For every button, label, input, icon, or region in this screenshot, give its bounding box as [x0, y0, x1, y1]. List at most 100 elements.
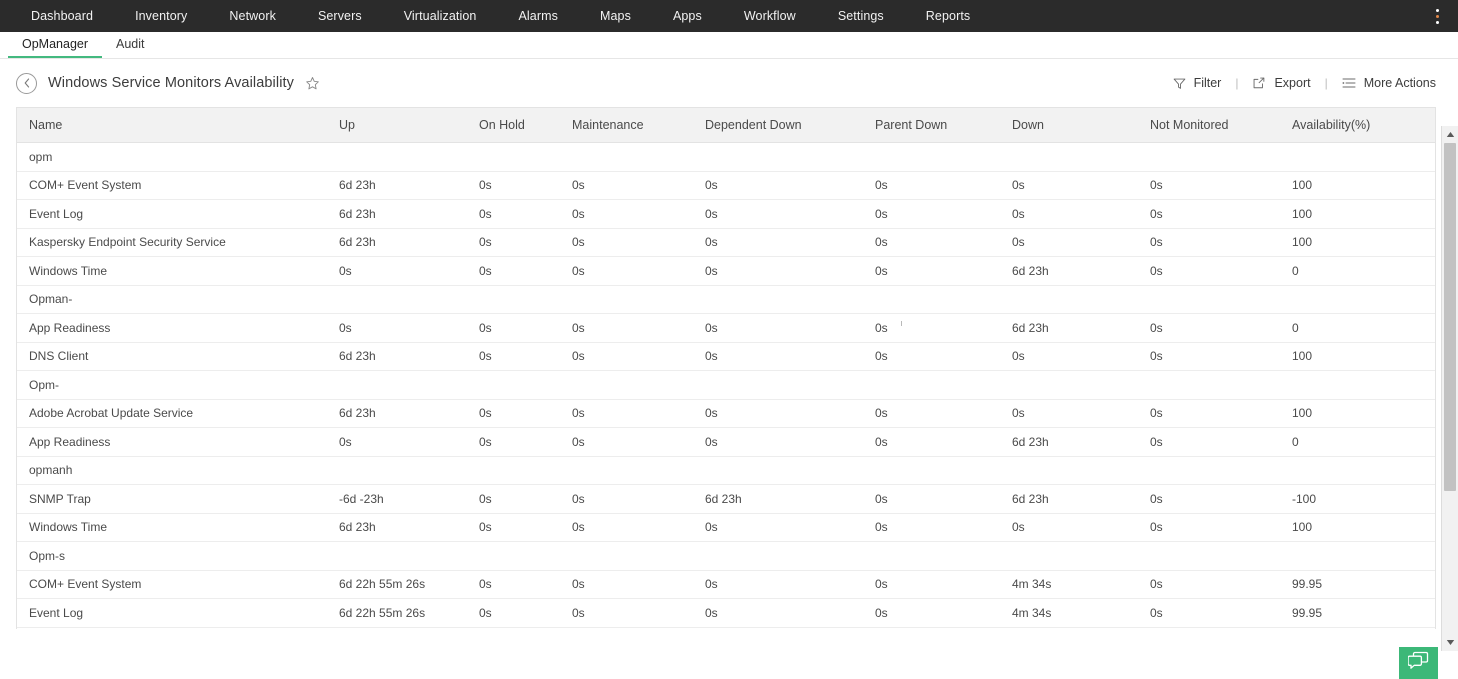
triangle-up-icon[interactable] — [1442, 126, 1458, 143]
nav-item-network[interactable]: Network — [208, 0, 297, 32]
more-actions-label: More Actions — [1364, 76, 1436, 90]
cell-parent-down: 0s — [863, 599, 1000, 628]
table-row[interactable]: Kaspersky Endpoint Security Service6d 23… — [17, 228, 1436, 257]
table-row[interactable]: Windows Time0s0s0s0s0s6d 23h0s0 — [17, 257, 1436, 286]
cell-maintenance: 0s — [560, 314, 693, 343]
export-button[interactable]: Export — [1252, 76, 1310, 90]
table-group-row[interactable]: opm — [17, 143, 1436, 172]
table-row[interactable]: Event Log6d 23h0s0s0s0s0s0s100 — [17, 200, 1436, 229]
column-header-on-hold[interactable]: On Hold — [467, 108, 560, 143]
cell-name: Event Log — [17, 599, 327, 628]
tab-opmanager[interactable]: OpManager — [8, 37, 102, 58]
cell-name: COM+ Event System — [17, 570, 327, 599]
star-outline-icon[interactable] — [305, 76, 320, 91]
vertical-scrollbar[interactable] — [1441, 126, 1458, 651]
table-row[interactable]: App Readiness0s0s0s0s0s6d 23h0s0 — [17, 428, 1436, 457]
cell-parent-down: 0s — [863, 342, 1000, 371]
cell-not-monitored: 0s — [1138, 228, 1280, 257]
tab-audit[interactable]: Audit — [102, 37, 159, 58]
scrollbar-thumb[interactable] — [1444, 143, 1456, 491]
cell-on-hold: 0s — [467, 428, 560, 457]
cell-name: Windows Time — [17, 257, 327, 286]
table-group-row[interactable]: Opm-s — [17, 542, 1436, 571]
kebab-menu-icon[interactable] — [1426, 0, 1448, 32]
cell-availability: 100 — [1280, 342, 1436, 371]
cell-parent-down: 0s — [863, 428, 1000, 457]
cell-not-monitored: 0s — [1138, 171, 1280, 200]
group-name: Opman- — [17, 285, 1436, 314]
table-group-row[interactable]: Opm- — [17, 371, 1436, 400]
triangle-down-icon[interactable] — [1442, 634, 1458, 651]
column-header-availability[interactable]: Availability(%) — [1280, 108, 1436, 143]
table-row[interactable]: App Readiness0s0s0s0s0s6d 23h0s0 — [17, 314, 1436, 343]
nav-item-maps[interactable]: Maps — [579, 0, 652, 32]
column-header-down[interactable]: Down — [1000, 108, 1138, 143]
header-separator-1: | — [1221, 76, 1252, 90]
cell-dependent-down: 0s — [693, 314, 863, 343]
more-actions-button[interactable]: More Actions — [1342, 76, 1436, 90]
cell-dependent-down: 0s — [693, 257, 863, 286]
cell-parent-down: 0s — [863, 171, 1000, 200]
cell-down: 0s — [1000, 228, 1138, 257]
table-row[interactable]: Windows Time6d 23h0s0s0s0s0s0s100 — [17, 513, 1436, 542]
chevron-left-icon[interactable] — [16, 73, 37, 94]
cell-availability: 99.95 — [1280, 599, 1436, 628]
cell-on-hold: 0s — [467, 257, 560, 286]
nav-item-virtualization[interactable]: Virtualization — [383, 0, 498, 32]
cell-on-hold: 0s — [467, 171, 560, 200]
cell-up: 6d 23h — [327, 513, 467, 542]
nav-item-inventory[interactable]: Inventory — [114, 0, 208, 32]
table-row[interactable]: Adobe Acrobat Update Service6d 23h0s0s0s… — [17, 399, 1436, 428]
nav-item-reports[interactable]: Reports — [905, 0, 991, 32]
column-header-maintenance[interactable]: Maintenance — [560, 108, 693, 143]
cell-dependent-down: 0s — [693, 599, 863, 628]
cell-maintenance: 0s — [560, 485, 693, 514]
nav-item-alarms[interactable]: Alarms — [497, 0, 579, 32]
chat-support-button[interactable] — [1399, 647, 1438, 679]
cell-down: 4m 34s — [1000, 599, 1138, 628]
cell-name: Windows Time — [17, 513, 327, 542]
cell-availability: 100 — [1280, 200, 1436, 229]
filter-button[interactable]: Filter — [1173, 76, 1222, 90]
page-header-left: Windows Service Monitors Availability — [16, 73, 1173, 94]
cell-up: 6d 23h — [327, 200, 467, 229]
table-group-row[interactable]: opmanh — [17, 456, 1436, 485]
nav-item-servers[interactable]: Servers — [297, 0, 383, 32]
table-row[interactable]: Event Log6d 22h 55m 26s0s0s0s0s4m 34s0s9… — [17, 599, 1436, 628]
table-row[interactable]: DNS Client6d 23h0s0s0s0s0s0s100 — [17, 342, 1436, 371]
cell-maintenance: 0s — [560, 599, 693, 628]
cell-maintenance: 0s — [560, 428, 693, 457]
cell-down: 4m 34s — [1000, 570, 1138, 599]
group-name: Opm-s — [17, 542, 1436, 571]
cell-not-monitored: 0s — [1138, 513, 1280, 542]
column-header-dependent-down[interactable]: Dependent Down — [693, 108, 863, 143]
cell-availability: 100 — [1280, 513, 1436, 542]
cell-dependent-down: 0s — [693, 200, 863, 229]
table-row[interactable]: COM+ Event System6d 23h0s0s0s0s0s0s100 — [17, 171, 1436, 200]
cell-not-monitored: 0s — [1138, 342, 1280, 371]
cell-maintenance: 0s — [560, 200, 693, 229]
column-header-name[interactable]: Name — [17, 108, 327, 143]
cell-parent-down: 0s — [863, 228, 1000, 257]
cell-up: 0s — [327, 314, 467, 343]
availability-table-container: NameUpOn HoldMaintenanceDependent DownPa… — [16, 107, 1436, 629]
column-header-not-monitored[interactable]: Not Monitored — [1138, 108, 1280, 143]
nav-item-apps[interactable]: Apps — [652, 0, 723, 32]
cell-dependent-down: 0s — [693, 342, 863, 371]
table-group-row[interactable]: Opman- — [17, 285, 1436, 314]
cell-dependent-down: 0s — [693, 428, 863, 457]
sub-tab-bar: OpManagerAudit — [0, 32, 1458, 59]
cell-name: Adobe Acrobat Update Service — [17, 399, 327, 428]
nav-item-settings[interactable]: Settings — [817, 0, 905, 32]
cell-dependent-down: 0s — [693, 171, 863, 200]
nav-item-workflow[interactable]: Workflow — [723, 0, 817, 32]
cell-maintenance: 0s — [560, 171, 693, 200]
column-header-up[interactable]: Up — [327, 108, 467, 143]
export-share-icon — [1252, 76, 1266, 90]
cell-maintenance: 0s — [560, 399, 693, 428]
table-row[interactable]: SNMP Trap-6d -23h0s0s6d 23h0s6d 23h0s-10… — [17, 485, 1436, 514]
nav-item-dashboard[interactable]: Dashboard — [10, 0, 114, 32]
table-row[interactable]: COM+ Event System6d 22h 55m 26s0s0s0s0s4… — [17, 570, 1436, 599]
column-header-parent-down[interactable]: Parent Down — [863, 108, 1000, 143]
text-cursor-artifact — [901, 321, 902, 326]
